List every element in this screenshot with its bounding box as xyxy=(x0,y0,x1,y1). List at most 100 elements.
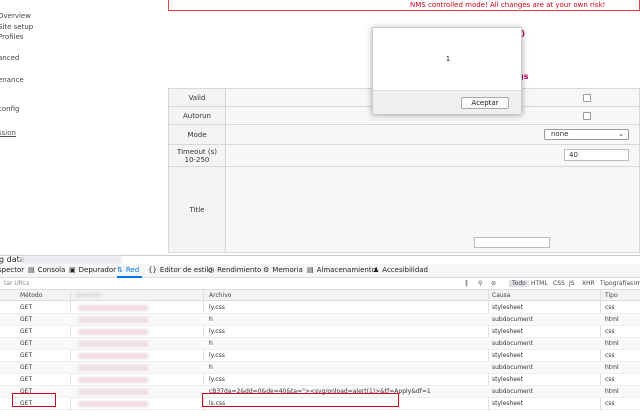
row-method: GET xyxy=(20,364,33,371)
row-file: h xyxy=(209,316,213,323)
row-cause: subdocument xyxy=(492,364,534,371)
tab-debugger-label: Depurador xyxy=(78,266,116,274)
memory-icon: ⚙ xyxy=(263,266,270,274)
table-row[interactable]: GET h subdocument html xyxy=(0,314,640,326)
table-row[interactable]: GET ly.css stylesheet css xyxy=(0,374,640,386)
row-type: html xyxy=(605,364,619,371)
filter-html[interactable]: HTML xyxy=(531,280,548,287)
row-file: h xyxy=(209,340,213,347)
filter-js[interactable]: JS xyxy=(569,280,575,287)
redacted-domain xyxy=(78,341,148,347)
timeout-range: 10-250 xyxy=(184,155,210,164)
devtools-title-bar: g data xyxy=(0,255,640,264)
row-method: GET xyxy=(20,328,33,335)
row-type: html xyxy=(605,340,619,347)
filter-images[interactable]: Im xyxy=(634,280,640,287)
performance-icon: ◷ xyxy=(208,266,215,274)
column-method[interactable]: Método xyxy=(20,292,42,299)
alert-footer: Aceptar xyxy=(373,90,521,114)
row-type: css xyxy=(605,376,615,383)
filter-all[interactable]: Todo xyxy=(509,280,529,287)
redacted-domain xyxy=(78,305,148,311)
web-page: Overview Site setup Profiles anced enanc… xyxy=(0,0,640,255)
block-icon[interactable]: ⊘ xyxy=(491,280,496,287)
column-type[interactable]: Tipo xyxy=(605,292,618,299)
accept-button[interactable]: Aceptar xyxy=(461,97,509,109)
tab-performance[interactable]: ◷ Rendimiento xyxy=(208,266,261,274)
tab-style-editor[interactable]: {} Editor de estilo xyxy=(148,266,213,274)
row-type: css xyxy=(605,328,615,335)
mode-cell: none ⌄ xyxy=(225,124,640,145)
sidebar-item-profiles[interactable]: Profiles xyxy=(0,33,23,41)
devtools-tabs: spector ▤ Consola ▣ Depurador ⇅ Red {} Edito… xyxy=(0,264,640,278)
valid-checkbox[interactable] xyxy=(583,94,591,102)
sidebar-item-advanced[interactable]: anced xyxy=(0,54,19,62)
chevron-down-icon: ⌄ xyxy=(618,130,624,138)
row-method: GET xyxy=(20,340,33,347)
column-file[interactable]: Archivo xyxy=(209,292,231,299)
tab-memory[interactable]: ⚙ Memoria xyxy=(263,266,303,274)
row-file: ly.css xyxy=(209,352,225,359)
filter-css[interactable]: CSS xyxy=(553,280,565,287)
redacted-title xyxy=(22,256,122,264)
network-icon: ⇅ xyxy=(117,266,123,274)
tab-storage-label: Almacenamiento xyxy=(316,266,376,274)
row-method: GET xyxy=(20,376,33,383)
redacted-domain xyxy=(78,353,148,359)
tab-storage[interactable]: ▤ Almacenamiento xyxy=(307,266,376,274)
highlight-file-box xyxy=(202,393,399,407)
timeout-input[interactable]: 40 xyxy=(564,149,629,161)
console-icon: ▤ xyxy=(28,266,35,274)
search-icon[interactable]: ⚲ xyxy=(478,280,482,287)
column-cause[interactable]: Causa xyxy=(492,292,510,299)
table-row[interactable]: GET h subdocument html xyxy=(0,338,640,350)
highlight-method-box xyxy=(12,393,56,407)
devtools-title: g data xyxy=(0,255,25,264)
row-type: css xyxy=(605,304,615,311)
tab-debugger[interactable]: ▣ Depurador xyxy=(69,266,116,274)
tab-performance-label: Rendimiento xyxy=(217,266,262,274)
table-row[interactable]: GET ly.css stylesheet css xyxy=(0,326,640,338)
tab-console[interactable]: ▤ Consola xyxy=(28,266,65,274)
tab-network[interactable]: ⇅ Red xyxy=(117,266,139,274)
title-input[interactable] xyxy=(474,237,550,248)
filter-xhr[interactable]: XHR xyxy=(582,280,595,287)
tab-network-label: Red xyxy=(125,266,140,274)
redacted-domain xyxy=(78,401,148,407)
mode-select[interactable]: none ⌄ xyxy=(544,129,629,140)
filter-fonts[interactable]: Tipografías xyxy=(600,280,633,287)
sidebar-item-config[interactable]: config xyxy=(0,105,19,113)
row-method: GET xyxy=(20,352,33,359)
row-type: css xyxy=(605,352,615,359)
filter-urls-input[interactable]: tar URLs xyxy=(4,280,29,287)
storage-icon: ▤ xyxy=(307,266,314,274)
tab-accessibility[interactable]: ♟ Accesibilidad xyxy=(373,266,428,274)
row-cause: stylesheet xyxy=(492,304,524,311)
table-row[interactable]: GET ly.css stylesheet css xyxy=(0,350,640,362)
alert-message: 1 xyxy=(445,55,451,63)
redacted-domain xyxy=(78,365,148,371)
sidebar-item-maintenance[interactable]: enance xyxy=(0,76,24,84)
row-cause: stylesheet xyxy=(492,328,524,335)
tab-console-label: Consola xyxy=(37,266,66,274)
row-cause: stylesheet xyxy=(492,376,524,383)
sidebar-item-session[interactable]: ssion xyxy=(0,129,16,137)
title-cell xyxy=(225,166,640,253)
row-cause: stylesheet xyxy=(492,400,524,407)
pause-icon[interactable]: ‖ xyxy=(465,280,468,287)
column-domain[interactable]: Dominio xyxy=(76,292,101,299)
autorun-checkbox[interactable] xyxy=(583,112,591,120)
table-row[interactable]: GET ly.css stylesheet css xyxy=(0,302,640,314)
sidebar-item-overview[interactable]: Overview xyxy=(0,12,31,20)
redacted-domain xyxy=(78,329,148,335)
timeout-cell: 40 xyxy=(225,144,640,167)
filter-bar: tar URLs ‖ ⚲ ⊘ Todo HTML CSS JS XHR Tipo… xyxy=(0,278,640,290)
sidebar-item-site-setup[interactable]: Site setup xyxy=(0,23,33,31)
network-table-header: Método Dominio Archivo Causa Tipo xyxy=(0,290,640,301)
redacted-domain xyxy=(78,389,148,395)
warning-text: NMS controlled mode! All changes are at … xyxy=(410,1,606,9)
debugger-icon: ▣ xyxy=(69,266,76,274)
table-row[interactable]: GET h subdocument html xyxy=(0,362,640,374)
tab-inspector[interactable]: spector xyxy=(0,266,24,274)
accessibility-icon: ♟ xyxy=(373,266,380,274)
